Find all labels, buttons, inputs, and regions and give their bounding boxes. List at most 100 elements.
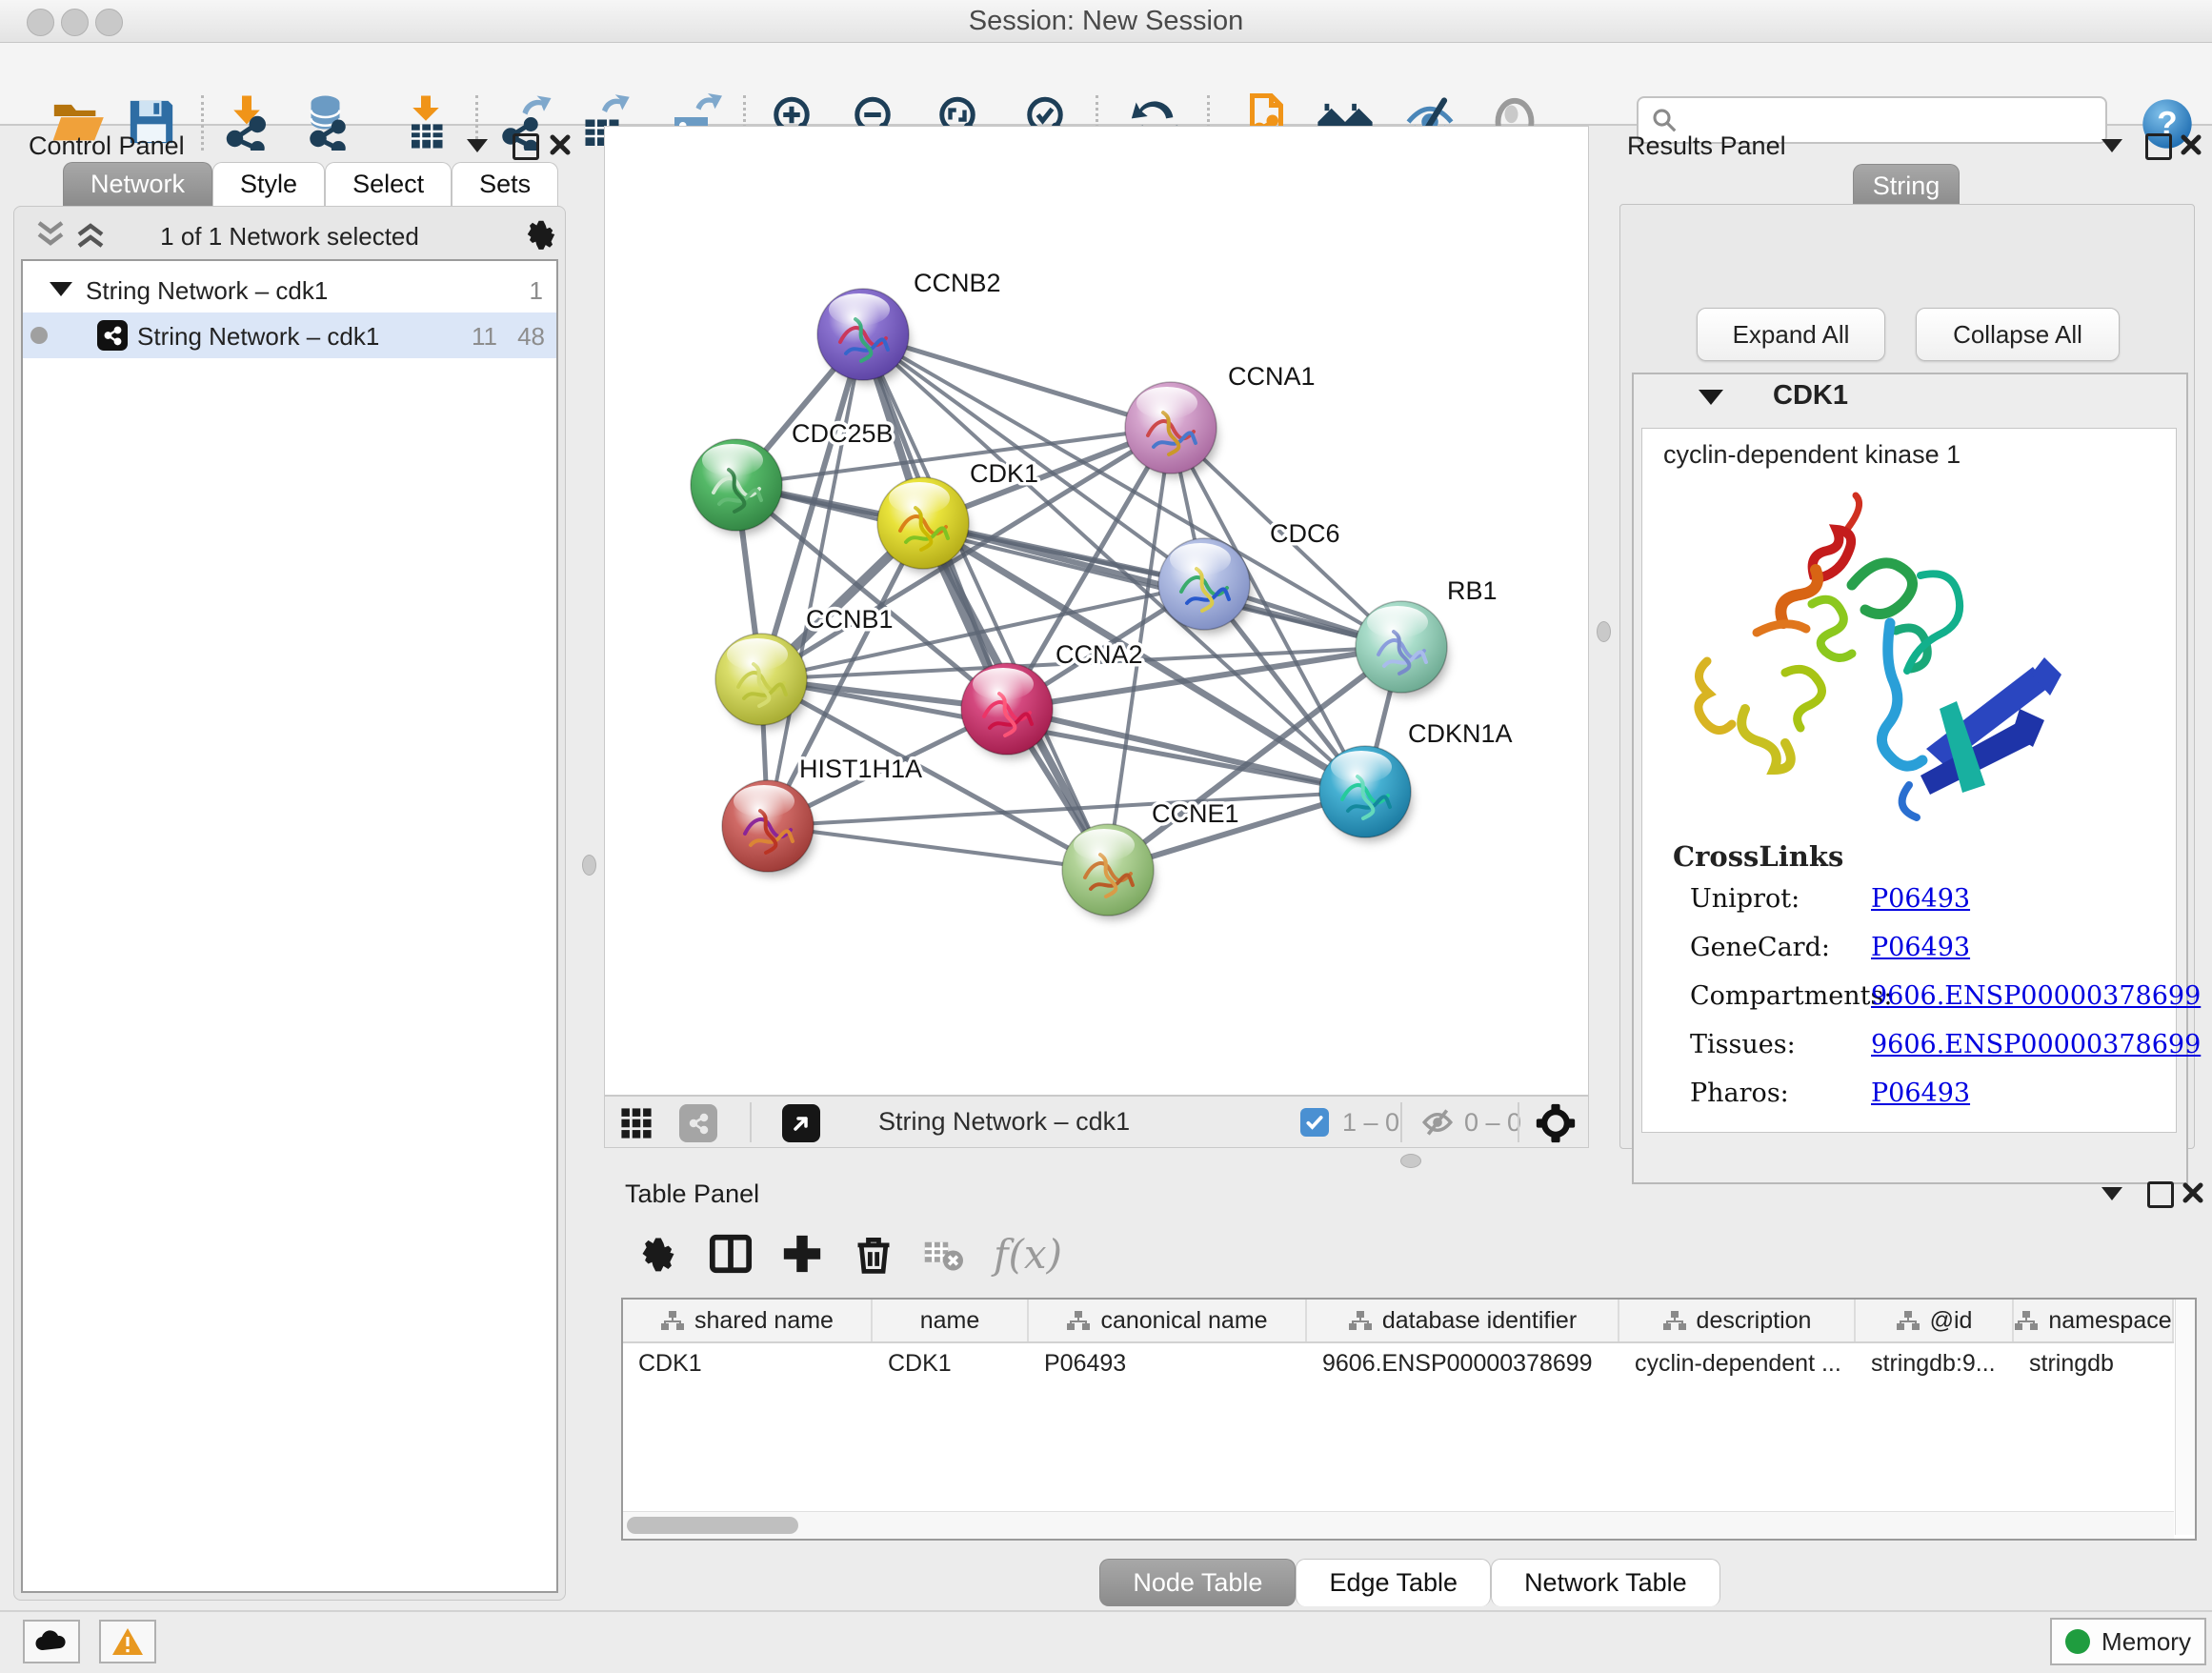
column-header-namespace[interactable]: namespace	[2014, 1300, 2174, 1341]
cloud-button[interactable]	[23, 1620, 80, 1663]
node-CCNB1[interactable]	[715, 634, 808, 729]
column-label: canonical name	[1100, 1307, 1267, 1335]
node-CDC6[interactable]	[1158, 538, 1251, 634]
table-cell[interactable]: stringdb:9...	[1856, 1343, 2014, 1383]
column-label: shared name	[694, 1307, 834, 1335]
table-cell[interactable]: P06493	[1029, 1343, 1307, 1383]
node-CCNA1[interactable]	[1125, 382, 1217, 477]
table-cell[interactable]: stringdb	[2014, 1343, 2174, 1383]
column-label: name	[920, 1307, 980, 1335]
function-builder-icon[interactable]: f(x)	[985, 1226, 1071, 1281]
expand-all-button[interactable]: Expand All	[1697, 308, 1885, 361]
node-CCNA2[interactable]	[961, 663, 1054, 758]
tab-edge-table[interactable]: Edge Table	[1296, 1559, 1491, 1606]
bottom-splitter-handle[interactable]	[1400, 1154, 1421, 1168]
add-column-icon[interactable]	[774, 1226, 830, 1281]
string-results-container: Expand All Collapse All CDK1 cyclin-depe…	[1619, 204, 2195, 1149]
node-HIST1H1A[interactable]	[722, 780, 814, 876]
table-vertical-scrollbar[interactable]	[2175, 1300, 2195, 1535]
window-title: Session: New Session	[0, 0, 2212, 42]
collection-expand-triangle-icon[interactable]	[50, 282, 72, 296]
delete-column-icon[interactable]	[846, 1226, 901, 1281]
memory-button[interactable]: Memory	[2050, 1618, 2206, 1665]
left-splitter-handle[interactable]	[582, 855, 596, 876]
collection-count: 1	[530, 276, 543, 306]
crosslink-link[interactable]: P06493	[1871, 1078, 1970, 1108]
selected-checkbox-icon[interactable]	[1300, 1108, 1329, 1137]
control-panel: Control Panel NetworkStyleSelectSets 1 o…	[8, 126, 572, 1606]
split-column-view-icon[interactable]	[703, 1226, 758, 1281]
memory-status-icon	[2065, 1629, 2090, 1654]
node-table: shared name name canonical name database id…	[621, 1298, 2197, 1541]
network-view-title: String Network – cdk1	[878, 1107, 1130, 1137]
node-CCNE1[interactable]	[1062, 824, 1155, 919]
node-label-CDKN1A: CDKN1A	[1408, 719, 1513, 748]
column-header-canonical-name[interactable]: canonical name	[1029, 1300, 1307, 1341]
tab-style[interactable]: Style	[212, 162, 325, 206]
panel-close-icon[interactable]	[2180, 133, 2202, 156]
panel-close-icon[interactable]	[549, 133, 572, 156]
reset-view-crosshair-icon[interactable]	[1535, 1102, 1577, 1144]
crosslink-label: GeneCard:	[1690, 933, 1830, 962]
gene-collapse-triangle-icon[interactable]	[1699, 390, 1723, 405]
column-header-shared-name[interactable]: shared name	[623, 1300, 873, 1341]
tab-node-table[interactable]: Node Table	[1099, 1559, 1296, 1606]
table-cell[interactable]: 9606.ENSP00000378699	[1307, 1343, 1619, 1383]
panel-float-icon[interactable]	[2145, 133, 2172, 160]
delete-table-icon[interactable]	[915, 1226, 971, 1281]
network-options-gear-icon[interactable]	[523, 216, 559, 252]
panel-close-icon[interactable]	[2182, 1181, 2204, 1204]
edge-CCNE1-HIST1H1A[interactable]	[768, 826, 1108, 870]
panel-menu-icon[interactable]	[2101, 139, 2122, 152]
column-header-description[interactable]: description	[1619, 1300, 1856, 1341]
network-name: String Network – cdk1	[137, 322, 379, 352]
tab-network[interactable]: Network	[63, 162, 212, 206]
tab-sets[interactable]: Sets	[452, 162, 558, 206]
table-cell[interactable]: CDK1	[623, 1343, 873, 1383]
network-tree: String Network – cdk1 1 String Network –…	[21, 259, 558, 1593]
node-CDC25B[interactable]	[691, 439, 783, 534]
close-window-button[interactable]	[27, 9, 54, 36]
network-row-selected[interactable]: String Network – cdk1 11 48	[23, 312, 556, 358]
table-horizontal-scrollbar[interactable]	[623, 1511, 2174, 1539]
network-canvas[interactable]: CCNB2CCNA1CDC25BCDK1CDC6RB1CCNB1CCNA2CDK…	[604, 126, 1589, 1096]
crosslinks-title: CrossLinks	[1673, 840, 1843, 873]
node-CDKN1A[interactable]	[1319, 746, 1412, 841]
panel-float-icon[interactable]	[2147, 1181, 2174, 1208]
warnings-button[interactable]	[99, 1620, 156, 1663]
hidden-eye-icon[interactable]	[1420, 1107, 1455, 1138]
minimize-window-button[interactable]	[61, 9, 89, 36]
column-header--id[interactable]: @id	[1856, 1300, 2014, 1341]
grid-view-icon[interactable]	[620, 1107, 653, 1139]
scrollbar-thumb[interactable]	[627, 1517, 798, 1534]
column-header-name[interactable]: name	[873, 1300, 1029, 1341]
column-header-database-identifier[interactable]: database identifier	[1307, 1300, 1619, 1341]
panel-float-icon[interactable]	[513, 133, 539, 160]
tab-network-table[interactable]: Network Table	[1491, 1559, 1720, 1606]
crosslink-link[interactable]: 9606.ENSP00000378699	[1871, 1030, 2201, 1059]
network-view-toolbar: String Network – cdk1 1 – 0 0 – 0	[604, 1096, 1589, 1148]
tab-string[interactable]: String	[1853, 164, 1960, 208]
collapse-all-button[interactable]: Collapse All	[1916, 308, 2120, 361]
column-network-icon	[1896, 1310, 1920, 1331]
tab-select[interactable]: Select	[325, 162, 452, 206]
crosslink-link[interactable]: P06493	[1871, 933, 1970, 962]
table-cell[interactable]: cyclin-dependent ...	[1619, 1343, 1856, 1383]
network-type-icon	[97, 320, 128, 351]
share-view-icon[interactable]	[679, 1104, 717, 1142]
toolbar-separator	[1518, 1102, 1519, 1142]
panel-menu-icon[interactable]	[2101, 1187, 2122, 1200]
node-RB1[interactable]	[1356, 601, 1448, 696]
table-row[interactable]: CDK1CDK1P064939606.ENSP00000378699cyclin…	[623, 1343, 2174, 1383]
right-splitter-handle[interactable]	[1597, 621, 1611, 642]
table-cell[interactable]: CDK1	[873, 1343, 1029, 1383]
network-graph[interactable]: CCNB2CCNA1CDC25BCDK1CDC6RB1CCNB1CCNA2CDK…	[605, 127, 1588, 1095]
panel-menu-icon[interactable]	[467, 139, 488, 152]
network-collection-row[interactable]: String Network – cdk1 1	[23, 267, 556, 312]
crosslink-link[interactable]: P06493	[1871, 884, 1970, 914]
zoom-window-button[interactable]	[95, 9, 123, 36]
crosslink-row: Uniprot:P06493	[1642, 884, 2176, 933]
crosslink-link[interactable]: 9606.ENSP00000378699	[1871, 981, 2201, 1011]
birdseye-view-icon[interactable]	[782, 1104, 820, 1142]
table-settings-gear-icon[interactable]	[631, 1226, 686, 1281]
